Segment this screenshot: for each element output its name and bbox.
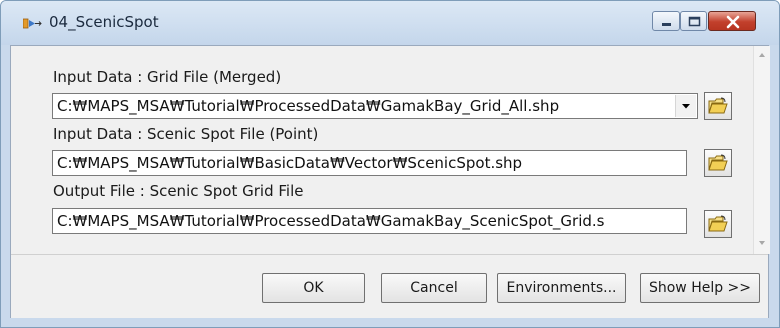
model-tool-icon (22, 16, 45, 30)
close-button[interactable] (708, 11, 756, 31)
scenic-spot-file-value: C:₩MAPS_MSA₩Tutorial₩BasicData₩Vector₩Sc… (57, 154, 523, 172)
environments-button[interactable]: Environments... (497, 273, 626, 303)
scroll-up-icon (759, 53, 765, 57)
maximize-icon (688, 16, 701, 27)
open-folder-icon (708, 154, 728, 171)
tool-dialog-window: 04_ScenicSpot Input Data : Grid File (Me… (0, 0, 780, 328)
scenic-spot-file-label: Input Data : Scenic Spot File (Point) (53, 125, 319, 143)
grid-file-browse-button[interactable] (704, 92, 732, 120)
ok-button[interactable]: OK (262, 273, 365, 303)
scroll-down-icon (759, 241, 765, 245)
show-help-button[interactable]: Show Help >> (640, 273, 760, 303)
chevron-down-icon (682, 104, 690, 109)
window-title: 04_ScenicSpot (49, 13, 159, 31)
title-bar[interactable]: 04_ScenicSpot (1, 1, 779, 45)
vertical-scrollbar[interactable] (753, 46, 770, 254)
dialog-client-area: Input Data : Grid File (Merged) C:₩MAPS_… (10, 45, 770, 318)
output-file-browse-button[interactable] (704, 210, 732, 238)
grid-file-value: C:₩MAPS_MSA₩Tutorial₩ProcessedData₩Gamak… (57, 97, 560, 115)
output-file-value: C:₩MAPS_MSA₩Tutorial₩ProcessedData₩Gamak… (57, 212, 605, 230)
cancel-button[interactable]: Cancel (381, 273, 487, 303)
parameters-panel: Input Data : Grid File (Merged) C:₩MAPS_… (11, 46, 752, 254)
scenic-spot-browse-button[interactable] (704, 149, 732, 177)
open-folder-icon (708, 97, 728, 114)
dialog-button-bar: OK Cancel Environments... Show Help >> (11, 254, 768, 318)
output-file-label: Output File : Scenic Spot Grid File (53, 182, 304, 200)
scrollbar-arrows (759, 53, 765, 245)
minimize-button[interactable] (652, 11, 680, 31)
minimize-icon (662, 23, 671, 26)
grid-file-label: Input Data : Grid File (Merged) (53, 68, 282, 86)
scenic-spot-file-input[interactable]: C:₩MAPS_MSA₩Tutorial₩BasicData₩Vector₩Sc… (52, 150, 687, 176)
grid-file-dropdown-button[interactable] (675, 95, 696, 117)
maximize-button[interactable] (680, 11, 707, 31)
open-folder-icon (708, 215, 728, 232)
grid-file-select[interactable]: C:₩MAPS_MSA₩Tutorial₩ProcessedData₩Gamak… (52, 93, 698, 119)
output-file-input[interactable]: C:₩MAPS_MSA₩Tutorial₩ProcessedData₩Gamak… (52, 208, 687, 234)
close-icon (726, 15, 740, 29)
